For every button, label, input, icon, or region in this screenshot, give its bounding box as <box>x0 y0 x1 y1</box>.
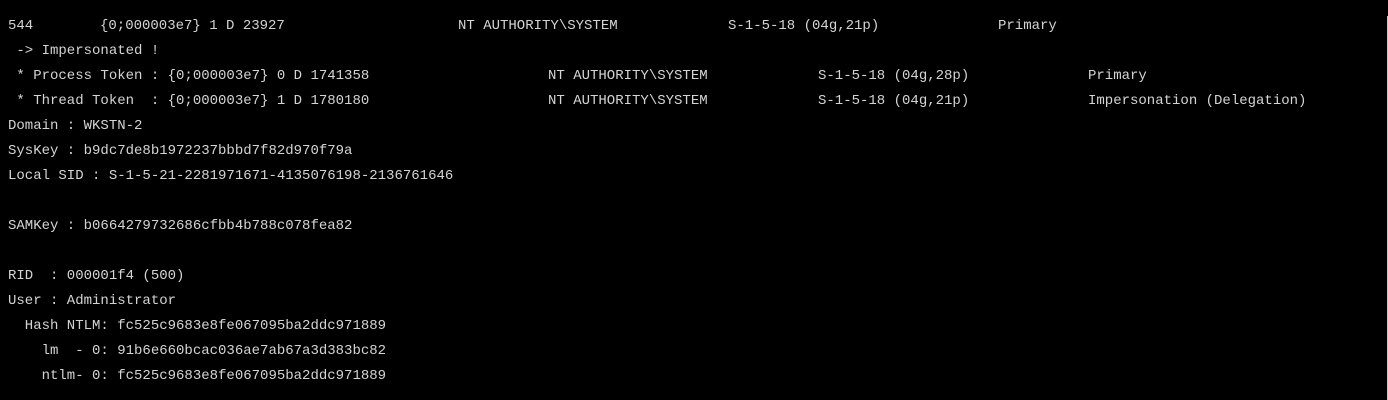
thread-token-sid: S-1-5-18 (04g,21p) <box>818 93 970 109</box>
thread-token-type: Impersonation (Delegation) <box>1088 93 1307 109</box>
token-sid: S-1-5-18 (04g,21p) <box>728 18 880 34</box>
process-token-type: Primary <box>1088 68 1147 84</box>
domain-line: Domain : WKSTN-2 <box>8 118 143 134</box>
impersonated-line: -> Impersonated ! <box>8 43 160 59</box>
token-luid: {0;000003e7} 1 D 23927 <box>100 18 285 34</box>
thread-token-line: * Thread Token : {0;000003e7} 1 D 178018… <box>8 91 1306 111</box>
process-token-user: NT AUTHORITY\SYSTEM <box>548 68 708 84</box>
process-token-info: * Process Token : {0;000003e7} 0 D 17413… <box>8 68 370 84</box>
ntlm-hash-line: ntlm- 0: fc525c9683e8fe067095ba2ddc97188… <box>8 368 387 384</box>
token-user: NT AUTHORITY\SYSTEM <box>458 18 618 34</box>
local-sid-line: Local SID : S-1-5-21-2281971671-41350761… <box>8 168 454 184</box>
process-token-line: * Process Token : {0;000003e7} 0 D 17413… <box>8 66 1146 86</box>
process-token-sid: S-1-5-18 (04g,28p) <box>818 68 970 84</box>
thread-token-user: NT AUTHORITY\SYSTEM <box>548 93 708 109</box>
user-line: User : Administrator <box>8 293 177 309</box>
lm-hash-line: lm - 0: 91b6e660bcac036ae7ab67a3d383bc82 <box>8 343 387 359</box>
token-type: Primary <box>998 18 1057 34</box>
syskey-line: SysKey : b9dc7de8b1972237bbbd7f82d970f79… <box>8 143 353 159</box>
token-line-544: 544 {0;000003e7} 1 D 23927 NT AUTHORITY\… <box>8 16 1057 36</box>
terminal-output: 544 {0;000003e7} 1 D 23927 NT AUTHORITY\… <box>8 16 1388 400</box>
hash-ntlm-line: Hash NTLM: fc525c9683e8fe067095ba2ddc971… <box>8 318 387 334</box>
token-id: 544 <box>8 18 34 34</box>
samkey-line: SAMKey : b0664279732686cfbb4b788c078fea8… <box>8 218 353 234</box>
rid-line: RID : 000001f4 (500) <box>8 268 185 284</box>
thread-token-info: * Thread Token : {0;000003e7} 1 D 178018… <box>8 93 370 109</box>
